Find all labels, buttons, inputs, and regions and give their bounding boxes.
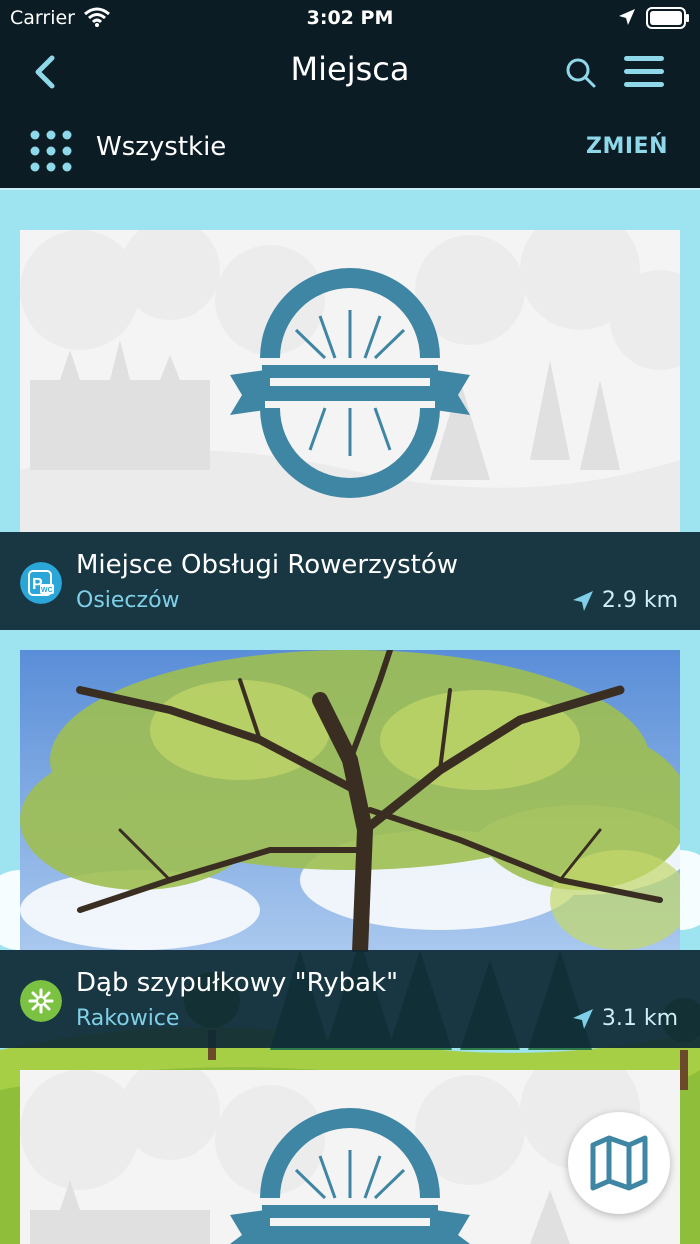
search-icon[interactable] <box>564 56 598 90</box>
place-town: Rakowice <box>76 1006 180 1031</box>
place-placeholder-image <box>20 230 680 532</box>
map-icon <box>590 1135 648 1191</box>
place-info-bar: Dąb szypułkowy "Rybak" Rakowice 3.1 km <box>0 950 700 1048</box>
navigation-arrow-icon <box>572 590 593 611</box>
location-arrow-icon <box>619 9 635 25</box>
distance-value: 2.9 km <box>601 588 678 613</box>
place-info-bar: P WC Miejsce Obsługi Rowerzystów Osieczó… <box>0 532 700 630</box>
category-grid-icon[interactable] <box>28 128 74 174</box>
distance-value: 3.1 km <box>601 1006 678 1031</box>
filter-label: Wszystkie <box>96 132 227 162</box>
category-filter-bar: Wszystkie ZMIEŃ <box>0 108 700 190</box>
navigation-arrow-icon <box>572 1008 593 1029</box>
place-card[interactable]: P WC Miejsce Obsługi Rowerzystów Osieczó… <box>0 230 700 630</box>
place-card[interactable]: Dąb szypułkowy "Rybak" Rakowice 3.1 km <box>0 650 700 1048</box>
parking-wc-icon: P WC <box>20 562 62 604</box>
place-distance: 2.9 km <box>572 588 678 613</box>
map-view-button[interactable] <box>568 1112 670 1214</box>
nature-icon <box>20 980 62 1022</box>
change-filter-button[interactable]: ZMIEŃ <box>586 134 668 159</box>
place-town: Osieczów <box>76 588 180 613</box>
hamburger-menu-icon[interactable] <box>622 52 666 92</box>
navigation-bar: Miejsca <box>0 36 700 108</box>
clock: 3:02 PM <box>306 7 394 29</box>
place-distance: 3.1 km <box>572 1006 678 1031</box>
svg-text:WC: WC <box>41 587 53 594</box>
place-photo-oak-tree <box>20 650 680 952</box>
place-name: Miejsce Obsługi Rowerzystów <box>76 550 459 580</box>
place-name: Dąb szypułkowy "Rybak" <box>76 968 399 998</box>
status-bar: Carrier 3:02 PM <box>0 0 700 36</box>
battery-icon <box>646 7 689 29</box>
